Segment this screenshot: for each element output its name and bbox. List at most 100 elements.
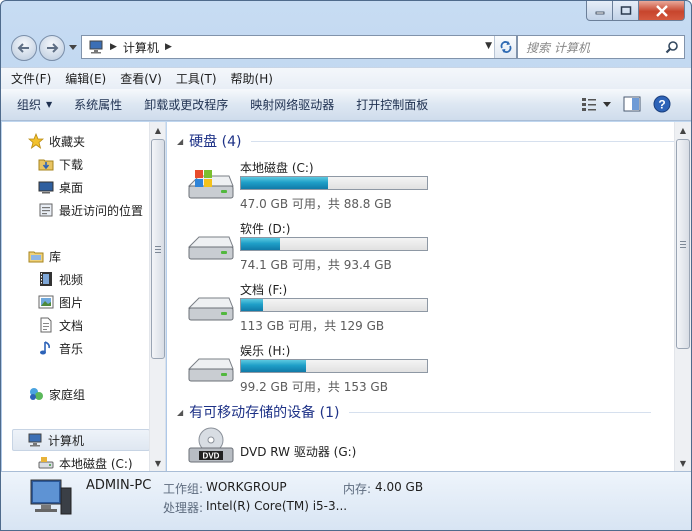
nav-downloads-label: 下载	[59, 157, 84, 172]
group-removable[interactable]: ◢ 有可移动存储的设备 (1)	[177, 402, 652, 422]
uninstall-program-button[interactable]: 卸载或更改程序	[144, 96, 228, 113]
desktop-icon	[38, 179, 54, 195]
drive-name: 软件 (D:)	[240, 222, 291, 236]
collapse-icon[interactable]: ◢	[177, 408, 183, 417]
drive-item[interactable]: 娱乐 (H:) 99.2 GB 可用，共 153 GB	[185, 341, 465, 399]
drive-space-info: 113 GB 可用，共 129 GB	[240, 319, 385, 333]
downloads-folder-icon	[38, 156, 54, 172]
change-view-icon[interactable]	[581, 96, 611, 112]
organize-button[interactable]: 组织 ▼	[17, 96, 52, 113]
maximize-button[interactable]	[613, 1, 639, 21]
open-control-panel-button[interactable]: 打开控制面板	[356, 96, 428, 113]
content-scroll-thumb[interactable]	[676, 139, 690, 349]
nav-music[interactable]: 音乐	[38, 337, 165, 359]
svg-text:?: ?	[658, 98, 665, 112]
address-dropdown-icon[interactable]: ▼	[485, 41, 492, 51]
nav-homegroup-label: 家庭组	[49, 387, 86, 402]
details-pane: ADMIN-PC 工作组: WORKGROUP 内存: 4.00 GB 处理器:…	[1, 471, 691, 530]
nav-downloads[interactable]: 下载	[38, 153, 165, 175]
breadcrumb-computer[interactable]: 计算机	[123, 39, 159, 56]
back-arrow-icon	[17, 43, 29, 53]
homegroup-icon	[28, 386, 44, 402]
dvd-drive-item[interactable]: DVD DVD RW 驱动器 (G:)	[185, 424, 465, 470]
address-bar[interactable]: ▶ 计算机 ▶ ▼	[81, 35, 517, 59]
search-box[interactable]: 搜索 计算机	[517, 35, 685, 59]
scroll-up-icon[interactable]: ▲	[675, 122, 691, 138]
workgroup-label: 工作组:	[163, 482, 204, 496]
recent-pages-dropdown[interactable]	[67, 41, 79, 55]
address-row: ▶ 计算机 ▶ ▼ 搜索 计算机	[9, 33, 685, 61]
cpu-value: Intel(R) Core(TM) i5-3...	[206, 499, 348, 513]
music-icon	[38, 340, 54, 356]
drive-usage-bar	[240, 237, 428, 251]
drive-space-info: 47.0 GB 可用，共 88.8 GB	[240, 197, 392, 211]
minimize-button[interactable]	[586, 1, 613, 21]
maximize-icon	[620, 5, 631, 15]
nav-pictures[interactable]: 图片	[38, 291, 165, 313]
nav-videos[interactable]: 视频	[38, 268, 165, 290]
drive-name: 本地磁盘 (C:)	[240, 161, 314, 175]
menu-view[interactable]: 查看(V)	[120, 70, 162, 87]
menu-help[interactable]: 帮助(H)	[231, 70, 273, 87]
dvd-drive-icon: DVD	[188, 427, 234, 463]
nav-favorites-label: 收藏夹	[49, 134, 86, 149]
drive-item[interactable]: 软件 (D:) 74.1 GB 可用，共 93.4 GB	[185, 219, 465, 277]
menu-file[interactable]: 文件(F)	[11, 70, 51, 87]
drive-item[interactable]: 文档 (F:) 113 GB 可用，共 129 GB	[185, 280, 465, 338]
caption-buttons	[586, 1, 685, 21]
nav-recent[interactable]: 最近访问的位置	[38, 199, 165, 221]
organize-label: 组织	[17, 98, 42, 112]
menu-edit[interactable]: 编辑(E)	[65, 70, 106, 87]
map-network-drive-button[interactable]: 映射网络驱动器	[250, 96, 334, 113]
group-hard-disks[interactable]: ◢ 硬盘 (4)	[177, 131, 678, 151]
drive-space-info: 99.2 GB 可用，共 153 GB	[240, 380, 388, 394]
nav-scrollbar[interactable]: ▲ ▼	[149, 122, 165, 471]
breadcrumb-arrow-icon[interactable]: ▶	[110, 42, 117, 52]
computer-icon	[89, 40, 103, 54]
menu-tools[interactable]: 工具(T)	[176, 70, 217, 87]
nav-scroll-thumb[interactable]	[151, 139, 165, 359]
refresh-icon	[500, 41, 511, 53]
nav-computer-label: 计算机	[48, 433, 85, 448]
breadcrumb-arrow-icon[interactable]: ▶	[165, 42, 172, 52]
system-properties-button[interactable]: 系统属性	[74, 96, 122, 113]
forward-arrow-icon	[47, 43, 59, 53]
nav-homegroup[interactable]: 家庭组	[28, 383, 165, 405]
search-icon[interactable]	[665, 40, 679, 54]
drive-icon	[38, 455, 54, 471]
command-bar: 组织 ▼ 系统属性 卸载或更改程序 映射网络驱动器 打开控制面板 ?	[1, 89, 691, 121]
nav-desktop[interactable]: 桌面	[38, 176, 165, 198]
help-icon[interactable]: ?	[653, 95, 671, 113]
drive-usage-fill	[241, 177, 329, 189]
nav-libraries-label: 库	[49, 249, 62, 264]
nav-computer[interactable]: 计算机	[12, 429, 150, 451]
search-placeholder[interactable]: 搜索 计算机	[526, 39, 590, 56]
nav-desktop-label: 桌面	[59, 180, 84, 195]
back-button[interactable]	[11, 35, 37, 61]
refresh-button[interactable]	[494, 36, 516, 58]
group-divider	[251, 140, 678, 142]
forward-button[interactable]	[39, 35, 65, 61]
nav-local-disk-label: 本地磁盘 (C:)	[59, 456, 133, 471]
drive-icon	[187, 297, 234, 321]
scroll-down-icon[interactable]: ▼	[150, 455, 165, 471]
drive-icon	[187, 358, 234, 382]
close-button[interactable]	[639, 1, 685, 21]
scroll-up-icon[interactable]: ▲	[150, 122, 165, 138]
computer-icon	[27, 432, 43, 448]
nav-favorites[interactable]: 收藏夹	[28, 130, 165, 152]
close-icon	[655, 4, 668, 17]
nav-libraries[interactable]: 库	[28, 245, 165, 267]
nav-local-disk[interactable]: 本地磁盘 (C:)	[38, 452, 165, 471]
drive-item[interactable]: 本地磁盘 (C:) 47.0 GB 可用，共 88.8 GB	[185, 158, 465, 216]
collapse-icon[interactable]: ◢	[177, 137, 183, 146]
content-scrollbar[interactable]: ▲ ▼	[674, 122, 691, 471]
nav-documents[interactable]: 文档	[38, 314, 165, 336]
content-pane: ◢ 硬盘 (4) 本地磁盘 (C:) 47.0 GB 可用，共 88.8 GB	[167, 122, 691, 471]
windows-drive-icon	[187, 170, 234, 199]
memory-label: 内存:	[343, 482, 372, 496]
drive-space-info: 74.1 GB 可用，共 93.4 GB	[240, 258, 392, 272]
scroll-down-icon[interactable]: ▼	[675, 455, 691, 471]
chevron-down-icon	[69, 45, 77, 50]
preview-pane-icon[interactable]	[623, 96, 641, 112]
